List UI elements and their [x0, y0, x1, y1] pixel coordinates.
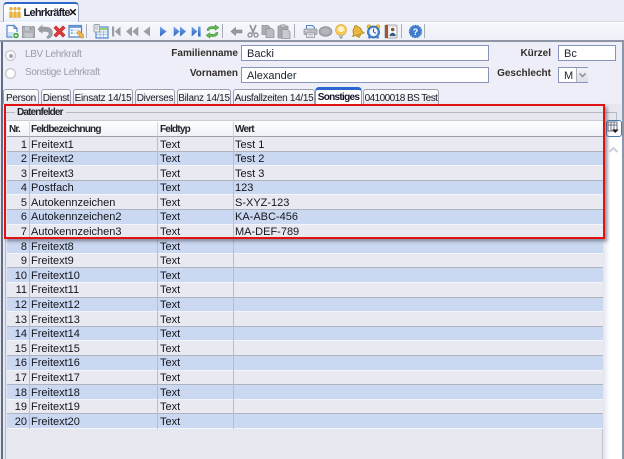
svg-text:?: ? — [412, 27, 418, 37]
